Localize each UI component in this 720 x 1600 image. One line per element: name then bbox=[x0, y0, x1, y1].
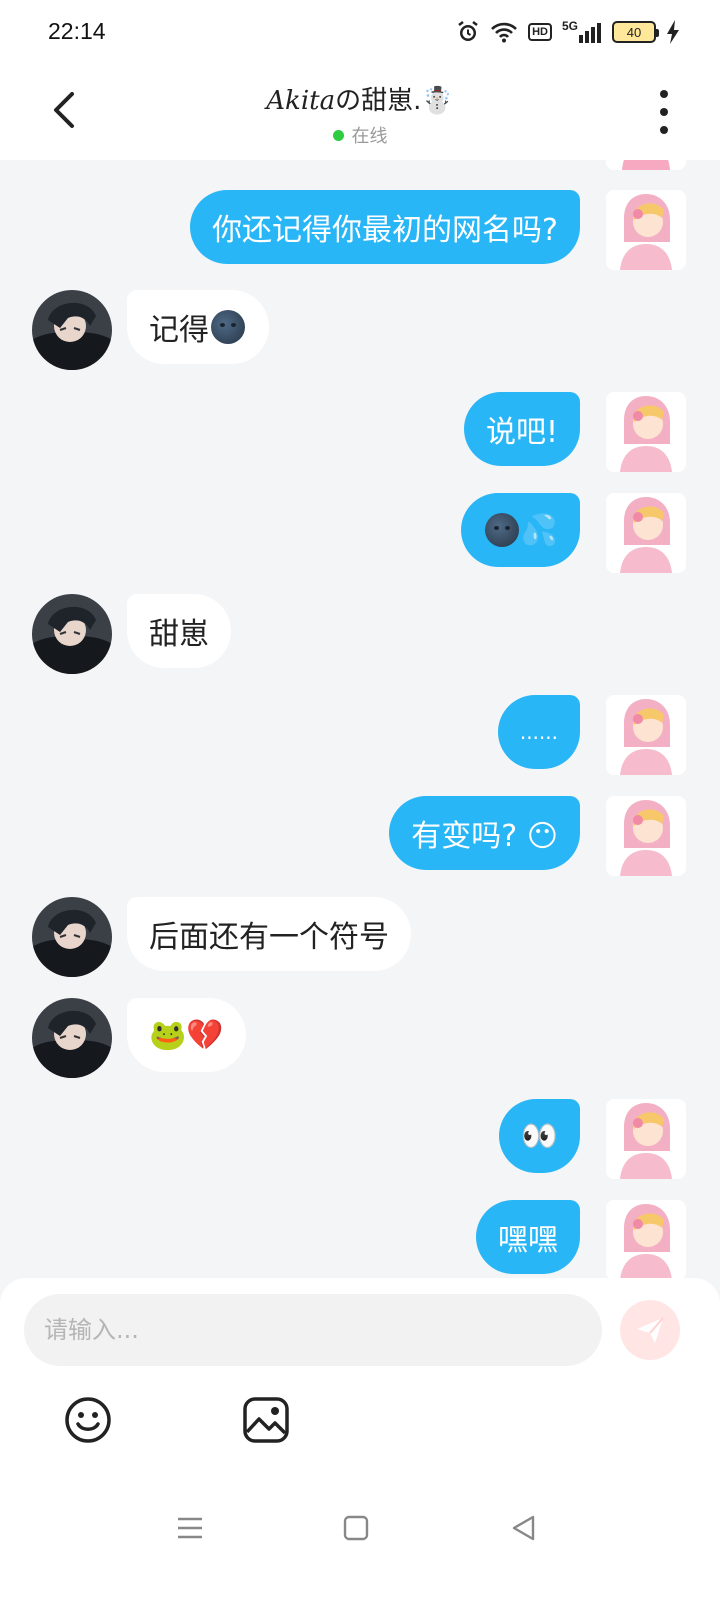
status-bar: 22:14 HD 5G 40 bbox=[0, 0, 720, 64]
paper-plane-icon bbox=[637, 1317, 664, 1343]
message-text: 你还记得你最初的网名吗? bbox=[212, 213, 558, 248]
battery-indicator: 40 bbox=[612, 21, 659, 43]
message-text: 有变吗? 😶 bbox=[411, 819, 558, 854]
smiley-icon bbox=[65, 1397, 111, 1443]
message-input[interactable] bbox=[24, 1294, 602, 1366]
message-bubble-received[interactable]: 后面还有一个符号 bbox=[127, 897, 411, 971]
more-dot bbox=[660, 126, 668, 134]
message-bubble-sent[interactable]: 嘿嘿 bbox=[476, 1200, 580, 1274]
online-status-text: 在线 bbox=[351, 126, 388, 147]
message-bubble-sent[interactable]: 💦 bbox=[460, 493, 580, 567]
online-status: 在线 bbox=[0, 122, 720, 148]
contact-avatar[interactable] bbox=[32, 594, 112, 674]
message-bubble-received[interactable]: 记得 bbox=[127, 290, 269, 364]
home-square-icon bbox=[343, 1515, 369, 1541]
network-type: 5G bbox=[561, 19, 578, 33]
emoji-button[interactable] bbox=[62, 1394, 114, 1446]
my-avatar[interactable] bbox=[606, 160, 686, 170]
wifi-icon bbox=[490, 21, 518, 43]
message-text: 说吧! bbox=[485, 415, 558, 450]
hd-badge: HD bbox=[528, 23, 552, 41]
status-time: 22:14 bbox=[48, 18, 106, 44]
contact-avatar[interactable] bbox=[32, 998, 112, 1078]
menu-icon bbox=[178, 1517, 202, 1539]
charging-icon bbox=[666, 20, 680, 44]
message-bubble-sent[interactable]: 👀 bbox=[498, 1099, 580, 1173]
contact-avatar[interactable] bbox=[32, 290, 112, 370]
contact-avatar[interactable] bbox=[32, 897, 112, 977]
more-options-button[interactable] bbox=[654, 90, 674, 134]
system-nav-bar bbox=[0, 1490, 720, 1560]
chat-header: Akitaの甜崽.☃️ 在线 bbox=[0, 64, 720, 160]
menu-nav-button[interactable] bbox=[172, 1510, 208, 1546]
message-bubble-sent[interactable]: 说吧! bbox=[463, 392, 580, 466]
my-avatar[interactable] bbox=[606, 796, 686, 876]
my-avatar[interactable] bbox=[606, 1099, 686, 1179]
my-avatar[interactable] bbox=[606, 695, 686, 775]
status-icons: HD 5G 40 bbox=[456, 18, 680, 46]
message-text: 👀 bbox=[520, 1118, 558, 1154]
message-text: 嘿嘿 bbox=[498, 1223, 558, 1258]
home-nav-button[interactable] bbox=[338, 1510, 374, 1546]
alarm-icon bbox=[456, 20, 480, 44]
back-nav-button[interactable] bbox=[506, 1510, 542, 1546]
more-dot bbox=[660, 108, 668, 116]
my-avatar[interactable] bbox=[606, 190, 686, 270]
message-text: ...... bbox=[519, 720, 558, 744]
message-bubble-sent[interactable]: ...... bbox=[497, 695, 580, 769]
my-avatar[interactable] bbox=[606, 493, 686, 573]
message-text: 🐸💔 bbox=[149, 1017, 224, 1053]
more-dot bbox=[660, 90, 668, 98]
message-list[interactable]: 你还记得你最初的网名吗? 记得 说吧! 💦 甜崽 ...... 有变吗? 😶 后… bbox=[0, 160, 720, 1278]
dark-moon-face-icon bbox=[211, 310, 245, 344]
message-bubble-received[interactable]: 甜崽 bbox=[127, 594, 231, 668]
message-bubble-received[interactable]: 🐸💔 bbox=[127, 998, 246, 1072]
signal-icon: 5G bbox=[561, 19, 602, 43]
message-text: 后面还有一个符号 bbox=[149, 920, 389, 955]
my-avatar[interactable] bbox=[606, 1200, 686, 1278]
dark-moon-face-icon bbox=[484, 513, 519, 547]
chat-title: Akitaの甜崽.☃️ bbox=[0, 80, 720, 117]
message-bubble-sent[interactable]: 有变吗? 😶 bbox=[389, 796, 580, 870]
send-button[interactable] bbox=[620, 1300, 680, 1360]
message-text: 💦 bbox=[520, 512, 558, 548]
back-triangle-icon bbox=[512, 1515, 535, 1541]
battery-level: 40 bbox=[626, 24, 642, 40]
chat-title-italic: Akita bbox=[266, 86, 336, 116]
image-button[interactable] bbox=[240, 1394, 292, 1446]
message-bubble-sent[interactable]: 你还记得你最初的网名吗? bbox=[190, 190, 580, 264]
my-avatar[interactable] bbox=[606, 392, 686, 472]
chat-title-rest: の甜崽.☃️ bbox=[335, 86, 454, 116]
image-icon bbox=[243, 1397, 289, 1443]
message-text: 甜崽 bbox=[149, 617, 209, 652]
message-text: 记得 bbox=[149, 313, 209, 348]
online-dot bbox=[332, 129, 344, 141]
